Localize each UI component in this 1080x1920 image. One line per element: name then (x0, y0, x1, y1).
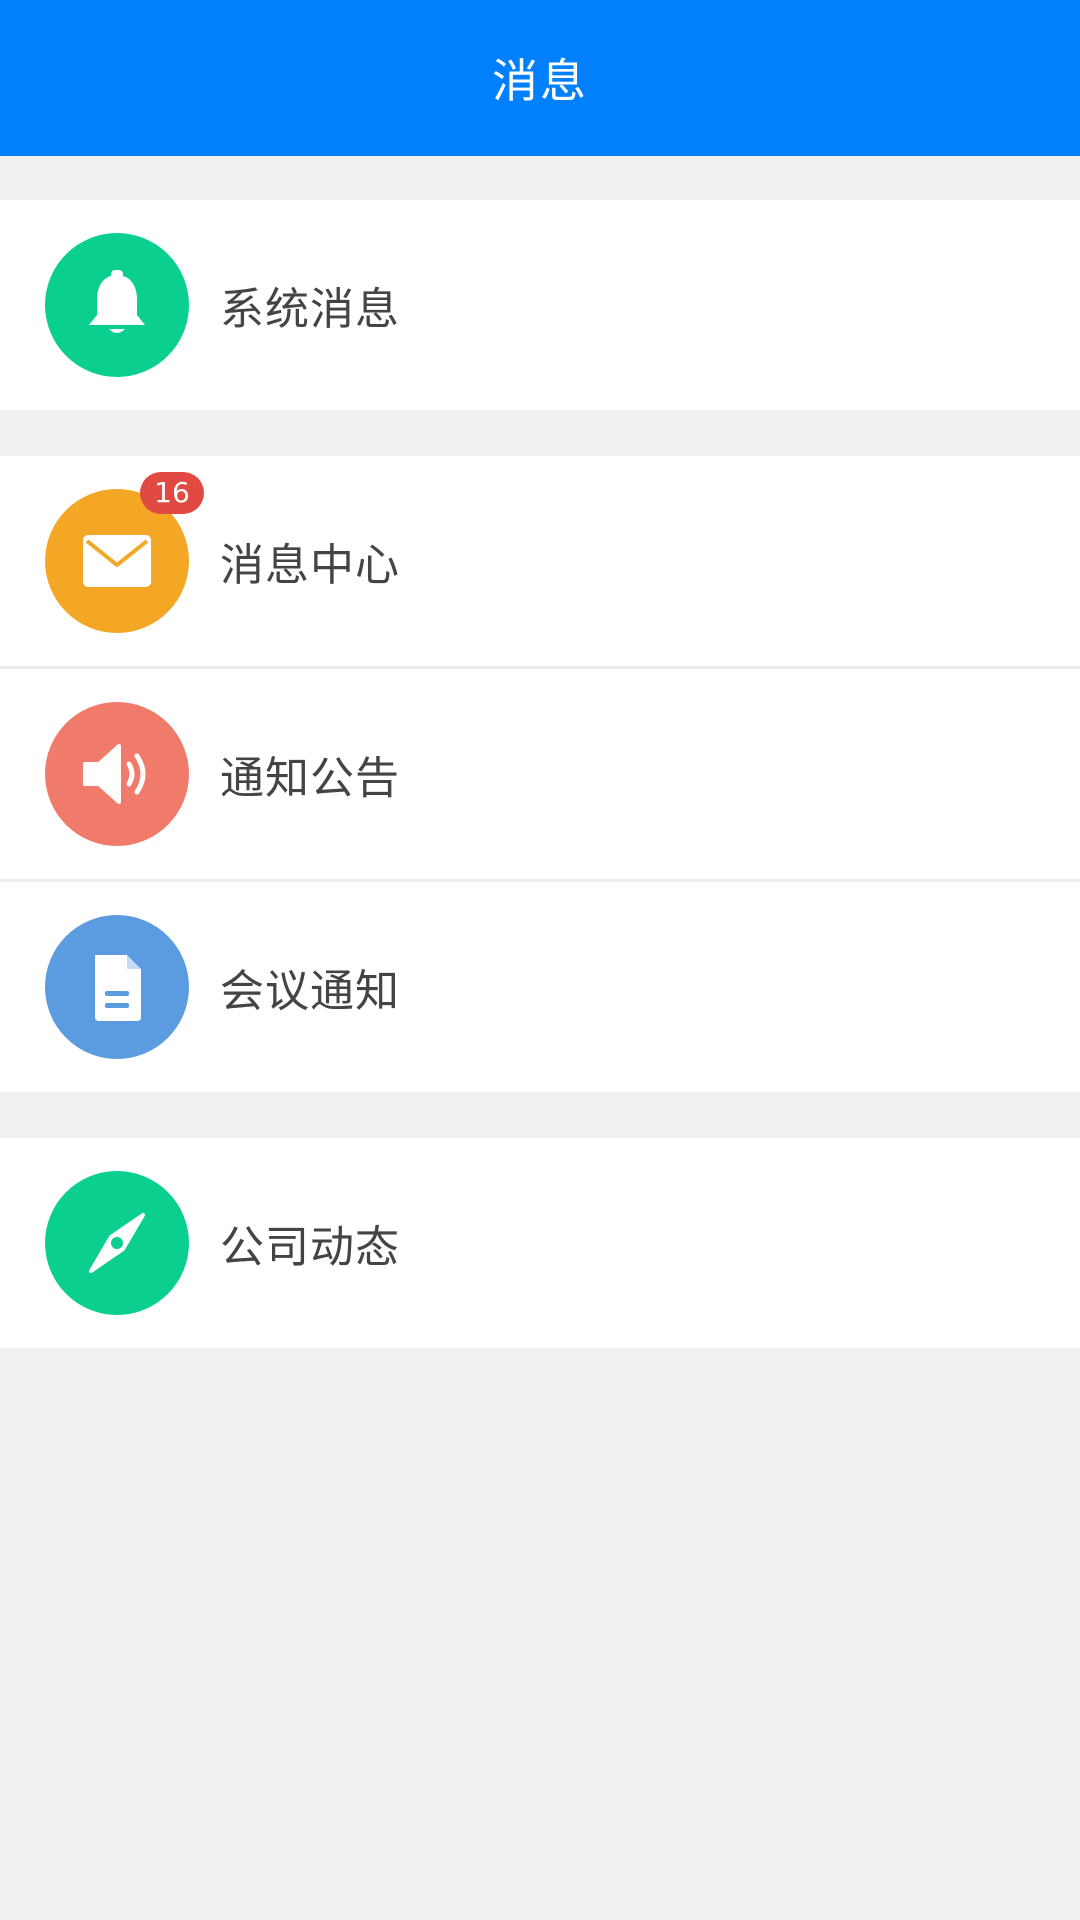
item-label-meeting: 会议通知 (220, 966, 400, 1017)
list-item-company-news[interactable]: 公司动态 (0, 1138, 1080, 1348)
list-item-meeting[interactable]: 会议通知 (0, 882, 1080, 1092)
document-icon (45, 915, 189, 1059)
compass-icon (45, 1171, 189, 1315)
group-messages: 消息中心 通知公告 会议通知 (0, 456, 1080, 1092)
item-label-notice: 通知公告 (220, 753, 400, 804)
item-label-message-center: 消息中心 (220, 540, 400, 591)
group-company: 公司动态 (0, 1138, 1080, 1348)
page-title: 消息 (492, 54, 588, 108)
bell-icon (45, 233, 189, 377)
item-label-company-news: 公司动态 (220, 1222, 400, 1273)
group-system: 系统消息 (0, 200, 1080, 410)
item-label-system-message: 系统消息 (220, 284, 400, 335)
list-item-system-message[interactable]: 系统消息 (0, 200, 1080, 410)
app-header: 消息 (0, 0, 1080, 156)
unread-badge: 16 (140, 472, 204, 514)
speaker-icon (45, 702, 189, 846)
list-item-notice[interactable]: 通知公告 (0, 669, 1080, 879)
